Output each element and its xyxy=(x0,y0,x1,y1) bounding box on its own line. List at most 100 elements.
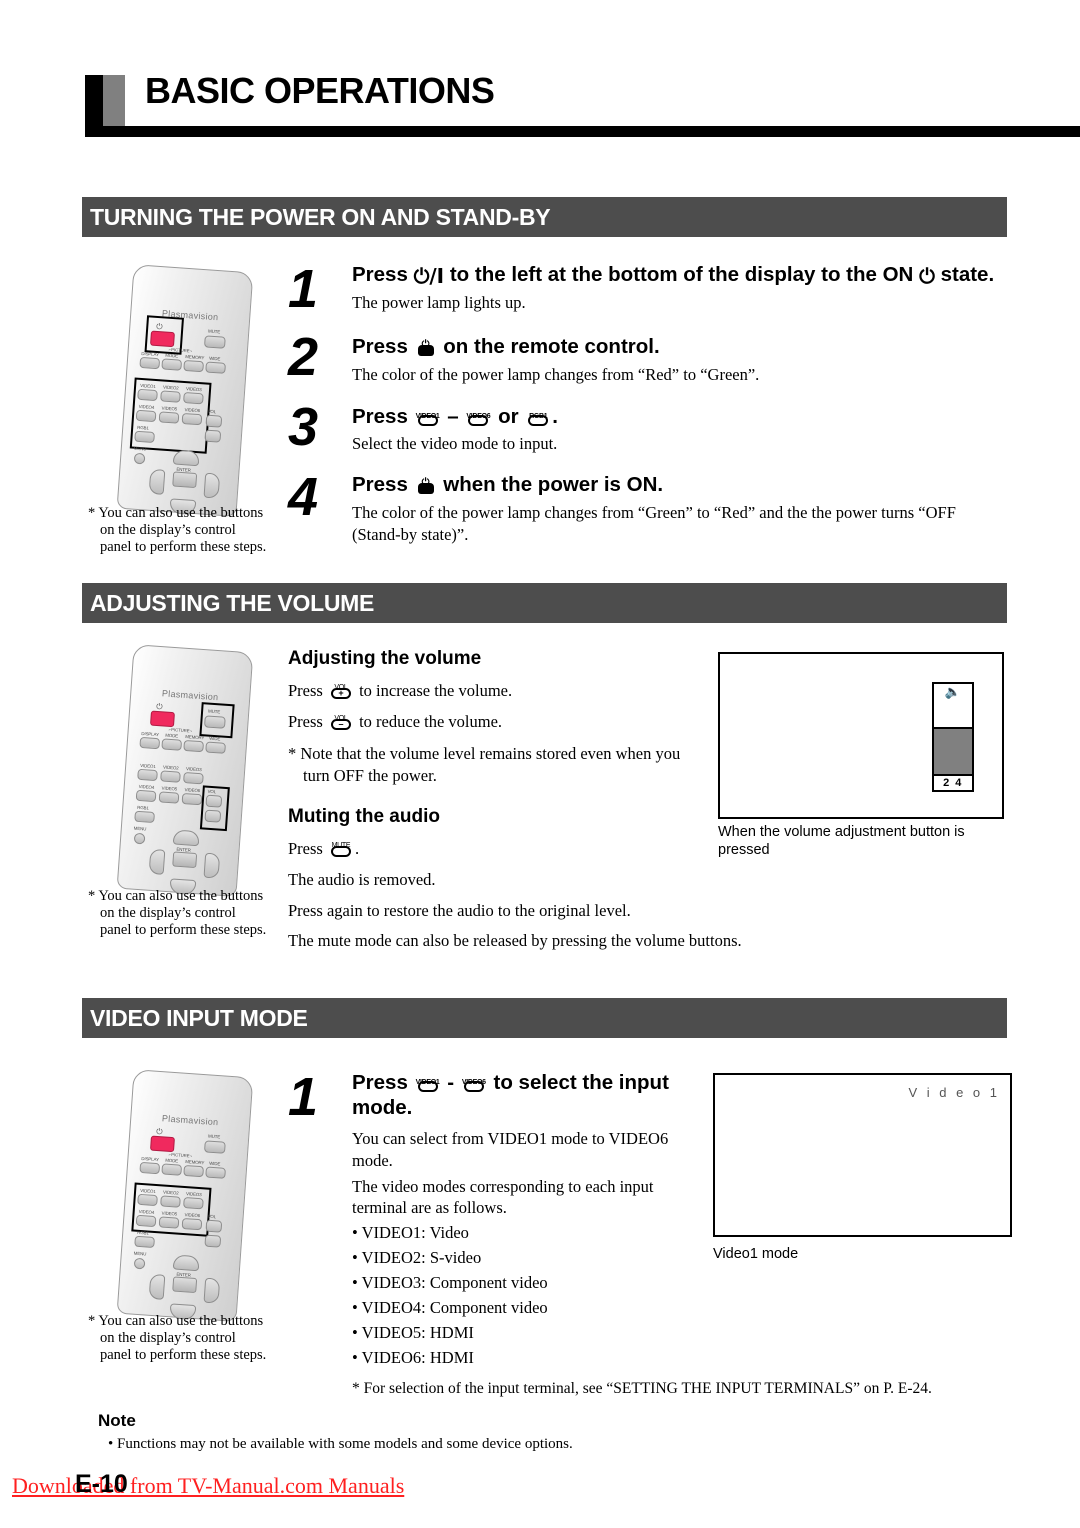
dpad-up-button[interactable] xyxy=(172,449,200,467)
dpad-left-button-2[interactable] xyxy=(148,848,166,875)
remote-rgb1-button-3[interactable] xyxy=(134,1235,155,1249)
remote-note-volume-line3: panel to perform these steps. xyxy=(100,922,267,938)
remote-brand-label-2: Plasmavision xyxy=(161,688,219,703)
dpad-enter-button-2[interactable] xyxy=(172,851,198,869)
remote-power-button-icon-2: ⏻ xyxy=(415,474,437,496)
volume-meter-fill xyxy=(934,727,972,774)
step-1-heading: Press ⏻/I to the left at the bottom of t… xyxy=(352,262,1012,289)
remote-menu-button-3[interactable] xyxy=(133,1257,146,1270)
step-3-body: Select the video mode to input. xyxy=(352,434,558,453)
mute-line-1: The audio is removed. xyxy=(288,870,436,889)
power-button-shape xyxy=(417,345,434,356)
dpad-right-button[interactable] xyxy=(203,472,221,499)
remote-vol-up-button[interactable] xyxy=(205,414,223,428)
dpad-right-button-3[interactable] xyxy=(203,1277,221,1304)
remote-menu-button[interactable] xyxy=(133,452,146,465)
step-3-head-a: Press xyxy=(352,405,408,428)
remote-rgb1-button-2[interactable] xyxy=(134,810,155,824)
step-1-head-c: state. xyxy=(940,263,995,286)
speaker-icon: 🔈 xyxy=(944,685,962,700)
remote-control-illustration-power: Plasmavision ⏻ MUTE ⌐PICTURE¬ DISPLAY MO… xyxy=(116,264,254,517)
download-watermark[interactable]: Downloaded from TV-Manual.com Manuals xyxy=(12,1473,404,1499)
remote-power-button-icon: ⏻ xyxy=(415,336,437,358)
video-osd-screen: V i d e o 1 xyxy=(713,1073,1012,1237)
remote-mute-button-3[interactable] xyxy=(203,1140,226,1154)
highlight-box-input-buttons xyxy=(129,377,212,454)
volume-reduce-line: Press VOL – to reduce the volume. xyxy=(288,711,502,733)
remote-memory-button[interactable] xyxy=(183,359,205,373)
dpad-up-button-2[interactable] xyxy=(172,829,200,847)
remote-video5-button-2[interactable] xyxy=(158,791,180,804)
remote-mode-button-3[interactable] xyxy=(161,1163,183,1176)
page-title: BASIC OPERATIONS xyxy=(145,70,495,111)
remote-note-video-line3: panel to perform these steps. xyxy=(100,1347,267,1363)
remote-display-button-3[interactable] xyxy=(139,1161,161,1175)
page-number: E-10 xyxy=(75,1470,128,1498)
video-osd-mode-label: V i d e o 1 xyxy=(908,1085,1000,1100)
remote-video6-button-2[interactable] xyxy=(181,792,203,806)
note-heading: Note xyxy=(98,1411,136,1430)
remote-video1-button-2[interactable] xyxy=(137,768,158,782)
dpad-enter-button[interactable] xyxy=(172,471,198,489)
remote-vol-down-button[interactable] xyxy=(204,429,222,443)
remote-mute-label: MUTE xyxy=(207,328,221,335)
video1-button-icon: VIDEO1 xyxy=(415,407,441,427)
remote-vol-label: VOL xyxy=(207,408,217,415)
remote-video3-button-2[interactable] xyxy=(183,771,204,785)
remote-vol-down-button-3[interactable] xyxy=(204,1234,222,1248)
remote-mode-label-3: MODE xyxy=(165,1157,179,1164)
video-osd-caption: Video1 mode xyxy=(713,1246,799,1262)
remote-enter-label-3: ENTER xyxy=(176,1271,191,1278)
video-step-heading: Press VIDEO1 - VIDEO6 to select the inpu… xyxy=(352,1070,692,1120)
volume-increase-post: to increase the volume. xyxy=(359,681,513,700)
step-number-3: 3 xyxy=(288,397,319,457)
volume-osd-caption: When the volume adjustment button is pre… xyxy=(718,823,1008,859)
step-2-heading: Press ⏻ on the remote control. xyxy=(352,334,1012,359)
dpad-up-button-3[interactable] xyxy=(172,1254,200,1272)
dpad-enter-button-3[interactable] xyxy=(172,1276,198,1294)
step-4-head-a: Press xyxy=(352,473,408,496)
remote-vol-up-button-3[interactable] xyxy=(205,1219,223,1233)
title-underline xyxy=(85,126,1080,137)
step-1-head-b: to the left at the bottom of the display… xyxy=(449,263,914,286)
remote-display-button[interactable] xyxy=(139,356,161,370)
remote-wide-button-2[interactable] xyxy=(205,741,226,754)
volume-value: 2 4 xyxy=(934,774,972,790)
remote-rgb1-label-3: RGB1 xyxy=(137,1229,149,1236)
remote-power-button-3[interactable] xyxy=(149,1135,175,1153)
remote-note-power-line1: * You can also use the buttons xyxy=(88,505,264,521)
remote-video4-button-2[interactable] xyxy=(135,789,157,803)
remote-mode-button[interactable] xyxy=(161,358,183,371)
remote-wide-button[interactable] xyxy=(205,361,226,374)
dpad-left-button-3[interactable] xyxy=(148,1273,166,1300)
volume-storage-note-line2: turn OFF the power. xyxy=(303,766,437,785)
step-1-body: The power lamp lights up. xyxy=(352,293,526,312)
remote-video1-label-2: VIDEO1 xyxy=(140,762,156,770)
list-item-video6: • VIDEO6: HDMI xyxy=(352,1348,474,1367)
video1-icon-shape-2 xyxy=(417,1081,438,1092)
mute-press-pre: Press xyxy=(288,839,323,858)
remote-power-button-2[interactable] xyxy=(149,710,175,728)
remote-wide-label-2: WIDE xyxy=(209,735,221,742)
remote-display-button-2[interactable] xyxy=(139,736,161,750)
remote-menu-button-2[interactable] xyxy=(133,832,146,845)
remote-mute-label-3: MUTE xyxy=(207,1133,221,1140)
step-3-dash: – xyxy=(447,405,459,428)
remote-video2-button-2[interactable] xyxy=(160,770,181,783)
step-number-4: 4 xyxy=(288,467,319,527)
dpad-right-button-2[interactable] xyxy=(203,852,221,879)
remote-memory-button-2[interactable] xyxy=(183,739,205,753)
remote-memory-button-3[interactable] xyxy=(183,1164,205,1178)
remote-note-power-line3: panel to perform these steps. xyxy=(100,539,267,555)
remote-wide-button-3[interactable] xyxy=(205,1166,226,1179)
remote-note-video-line1: * You can also use the buttons xyxy=(88,1313,264,1329)
dpad-left-button[interactable] xyxy=(148,468,166,495)
video-step-head-c: mode. xyxy=(352,1096,413,1119)
list-item-video2: • VIDEO2: S-video xyxy=(352,1248,482,1267)
remote-mode-button-2[interactable] xyxy=(161,738,183,751)
step-4-head-b: when the power is ON. xyxy=(443,473,664,496)
remote-note-volume-line1: * You can also use the buttons xyxy=(88,888,264,904)
volume-osd-screen: 🔈 2 4 xyxy=(718,652,1004,819)
remote-mute-button[interactable] xyxy=(203,335,226,349)
video-step-dash: - xyxy=(447,1071,455,1094)
